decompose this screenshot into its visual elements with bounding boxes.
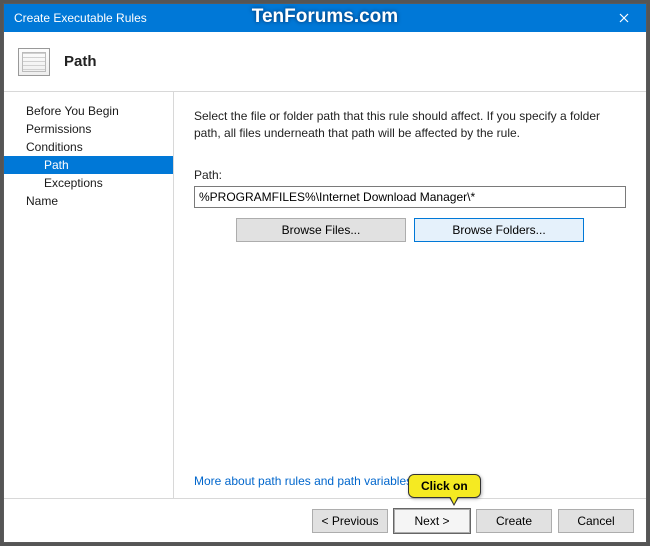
wizard-header: Path	[4, 32, 646, 92]
close-icon	[619, 13, 629, 23]
titlebar: Create Executable Rules	[4, 4, 646, 32]
nav-before-you-begin[interactable]: Before You Begin	[4, 102, 173, 120]
nav-conditions[interactable]: Conditions	[4, 138, 173, 156]
nav-permissions[interactable]: Permissions	[4, 120, 173, 138]
browse-row: Browse Files... Browse Folders...	[194, 218, 626, 242]
next-button[interactable]: Next >	[394, 509, 470, 533]
page-title: Path	[64, 53, 97, 70]
path-label: Path:	[194, 168, 626, 182]
browse-files-button[interactable]: Browse Files...	[236, 218, 406, 242]
create-button[interactable]: Create	[476, 509, 552, 533]
close-button[interactable]	[602, 4, 646, 32]
wizard-window: Create Executable Rules Path Before You …	[3, 3, 647, 543]
page-icon	[18, 48, 50, 76]
nav-path[interactable]: Path	[4, 156, 173, 174]
wizard-body: Before You Begin Permissions Conditions …	[4, 92, 646, 498]
wizard-footer: < Previous Next > Create Cancel	[4, 498, 646, 542]
browse-folders-button[interactable]: Browse Folders...	[414, 218, 584, 242]
previous-button[interactable]: < Previous	[312, 509, 388, 533]
window-title: Create Executable Rules	[14, 11, 147, 25]
more-info-link[interactable]: More about path rules and path variables	[194, 474, 626, 488]
nav-sidebar: Before You Begin Permissions Conditions …	[4, 92, 174, 498]
spacer	[194, 242, 626, 474]
path-input[interactable]	[194, 186, 626, 208]
content-area: Select the file or folder path that this…	[174, 92, 646, 498]
nav-exceptions[interactable]: Exceptions	[4, 174, 173, 192]
nav-name[interactable]: Name	[4, 192, 173, 210]
cancel-button[interactable]: Cancel	[558, 509, 634, 533]
instruction-text: Select the file or folder path that this…	[194, 108, 626, 142]
